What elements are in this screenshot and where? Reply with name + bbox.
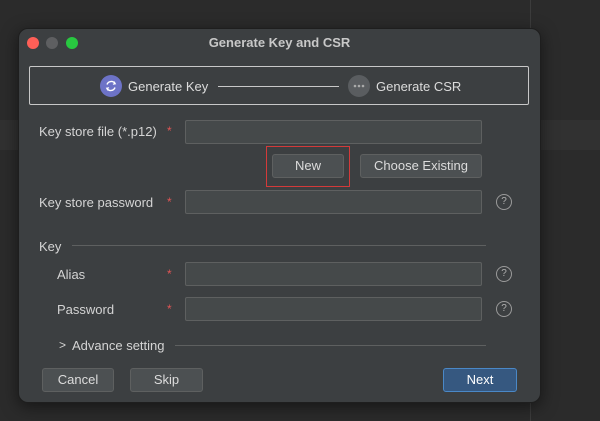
keystore-password-input[interactable] [185, 190, 482, 214]
new-button[interactable]: New [272, 154, 344, 178]
title-bar: Generate Key and CSR [19, 29, 540, 57]
password-label: Password [57, 302, 115, 317]
dialog-title: Generate Key and CSR [208, 35, 351, 50]
alias-input[interactable] [185, 262, 482, 286]
generate-key-dialog: Generate Key and CSR Generate Key Genera… [18, 28, 541, 403]
alias-help-icon[interactable]: ? [496, 266, 512, 282]
wizard-steps: Generate Key Generate CSR [29, 66, 529, 105]
step-generate-csr-label: Generate CSR [376, 79, 462, 94]
password-help-icon[interactable]: ? [496, 301, 512, 317]
step-connector [218, 86, 339, 87]
step-generate-key-label: Generate Key [128, 79, 209, 94]
required-mark: * [167, 267, 172, 281]
required-mark: * [167, 302, 172, 316]
step-generate-key-icon [100, 75, 122, 97]
step-generate-csr-icon [348, 75, 370, 97]
choose-existing-button[interactable]: Choose Existing [360, 154, 482, 178]
advance-setting-toggle[interactable]: Advance setting [72, 338, 165, 353]
chevron-right-icon[interactable]: > [59, 338, 66, 352]
advance-setting-divider [175, 345, 486, 346]
key-section-label: Key [39, 239, 62, 254]
skip-button[interactable]: Skip [130, 368, 203, 392]
key-section-divider [72, 245, 486, 246]
keystore-file-label: Key store file (*.p12) [39, 124, 157, 139]
next-button[interactable]: Next [443, 368, 517, 392]
keystore-password-label: Key store password [39, 195, 154, 210]
password-input[interactable] [185, 297, 482, 321]
required-mark: * [167, 195, 172, 209]
alias-label: Alias [57, 267, 86, 282]
keystore-password-help-icon[interactable]: ? [496, 194, 512, 210]
cancel-button[interactable]: Cancel [42, 368, 114, 392]
keystore-file-input[interactable] [185, 120, 482, 144]
required-mark: * [167, 124, 172, 138]
